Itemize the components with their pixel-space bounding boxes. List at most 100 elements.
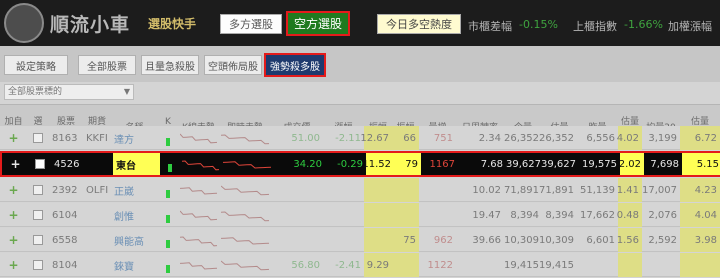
cell-name: 東台 [113,153,160,175]
cell-vol_inc: 751 [433,132,453,144]
cell-name: 創惟 [114,211,134,223]
cell-chg [323,228,364,252]
cell-fut [85,153,113,175]
candle-icon [166,240,170,248]
kline-sparkline [180,262,217,270]
candle-icon [166,265,170,273]
select-checkbox[interactable] [33,210,43,220]
kline-cell [178,126,219,150]
table-row[interactable]: +8104 錸寶 56.80 -2.41 9.29 1122 19,415 19,415 [0,253,720,277]
candle-cell [158,228,178,252]
add-cell: + [2,153,29,175]
kline-cell [178,228,219,252]
cell-vol_yday [577,253,618,277]
app-logo [4,3,44,43]
checkbox-cell [27,228,49,252]
cell-price: 56.80 [291,259,320,271]
select-checkbox[interactable] [33,185,43,195]
strategy-short-button[interactable]: 空頭佈局股 [204,55,262,75]
long-select-button[interactable]: 多方選股 [220,14,282,34]
add-cell: + [0,203,27,227]
table-row[interactable]: +6558 興能高 75 962 39.66 10,309 10,309 6,601 1.56 2… [0,228,720,252]
stock-filter-select[interactable]: 全部股票標的 ▼ [4,84,134,100]
cell-vol_inc: 962 [433,234,453,246]
cell-ratio1 [618,253,642,277]
cell-turnover: 39.66 [472,234,501,246]
checkbox-cell [27,203,49,227]
short-select-button[interactable]: 空方選股 [286,11,350,36]
cell-vol_today: 19,415 [504,259,539,271]
select-checkbox[interactable] [33,260,43,270]
add-watchlist-icon[interactable]: + [8,233,18,247]
cell-ma20: 17,007 [642,184,677,196]
cell-ratio1: 1.41 [617,178,642,202]
today-heat-button[interactable]: 今日多空熱度 [377,14,461,34]
cell-vol_est: 26,352 [539,132,574,144]
cell-ratio2: 3.98 [680,228,720,252]
strategy-bar: 設定策略 全部股票 且量急殺股 空頭佈局股 強勢殺多股 [0,46,720,82]
cell-vol_today: 8,394 [510,209,539,221]
cell-vol_yday: 51,139 [580,184,615,196]
add-watchlist-icon[interactable]: + [8,258,18,272]
cell-ratio1: 1.56 [617,228,642,252]
cell-code: 4526 [54,158,80,170]
intraday-cell [219,203,271,227]
cell-vol_today: 10,309 [504,234,539,246]
select-checkbox[interactable] [33,235,43,245]
app-header: 順流小車 選股快手 多方選股 空方選股 今日多空熱度 市櫃差幅 -0.15% 上… [0,0,720,46]
cell-name: 錸寶 [114,261,134,273]
intraday-cell [219,126,271,150]
cell-ratio2: 4.23 [680,178,720,202]
cell-chg [323,178,364,202]
cell-vol_inc [419,178,456,202]
kline-cell [178,203,219,227]
cell-turnover: 7.68 [480,158,503,170]
add-cell: + [0,178,27,202]
cell-code: 6558 [52,234,78,246]
strategy-all-button[interactable]: 全部股票 [78,55,136,75]
strategy-strong-button[interactable]: 強勢殺多股 [264,53,326,77]
candle-icon [168,164,172,172]
cell-amp2: 79 [394,153,421,175]
cell-ratio2: 5.15 [682,153,720,175]
cell-turnover: 2.34 [478,132,501,144]
add-watchlist-icon[interactable]: + [8,183,18,197]
add-watchlist-icon[interactable]: + [8,208,18,222]
cell-ma20: 2,592 [648,234,677,246]
cell-price [271,203,323,227]
cell-fut [83,228,111,252]
candle-cell [160,153,180,175]
trade-value: -1.66% [624,18,663,31]
add-cell: + [0,126,27,150]
cell-fut [83,203,111,227]
candle-cell [158,203,178,227]
intraday-cell [219,253,271,277]
add-watchlist-icon[interactable]: + [8,131,18,145]
intraday-sparkline [221,237,269,245]
cell-chg: -2.11 [335,132,361,144]
cell-name: 興能高 [114,236,144,248]
cell-ratio1: 2.02 [619,153,644,175]
add-watchlist-icon[interactable]: + [10,157,20,171]
table-row[interactable]: +8163 KKFI 達方 51.00 -2.11 12.67 66 751 2.34 26,35… [0,126,720,150]
table-row[interactable]: +4526 東台 34.20 -0.29 11.52 79 1167 7.68 39,627 39… [0,151,720,177]
table-row[interactable]: +6104 創惟 19.47 8,394 8,394 17,662 0.48 2,076 4.0… [0,203,720,227]
cell-vol_est: 39,627 [541,158,576,170]
select-checkbox[interactable] [33,133,43,143]
kline-cell [180,153,221,175]
strategy-settings-button[interactable]: 設定策略 [4,55,68,75]
cell-price [271,178,323,202]
select-checkbox[interactable] [35,159,45,169]
strategy-volume-button[interactable]: 且量急殺股 [141,55,199,75]
cell-amp2 [392,203,419,227]
intraday-cell [221,153,273,175]
kline-sparkline [180,133,217,144]
cell-name: 達方 [114,134,134,146]
cell-price: 51.00 [291,132,320,144]
intraday-sparkline [221,134,269,145]
cell-vol_yday: 6,601 [586,234,615,246]
cell-amp1 [364,228,392,252]
cell-ratio2 [680,253,720,277]
cell-vol_est: 10,309 [539,234,574,246]
table-row[interactable]: +2392 OLFI 正崴 10.02 71,891 71,891 51,139 1.41 17… [0,178,720,202]
